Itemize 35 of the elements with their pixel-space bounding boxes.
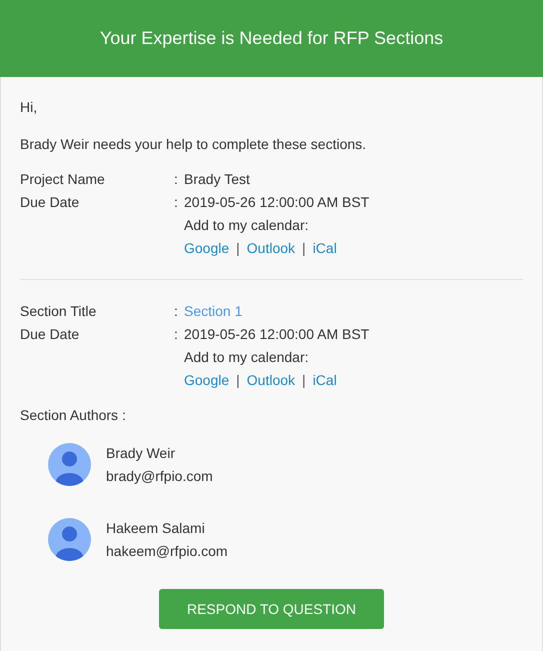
calendar-link[interactable]: Outlook — [246, 370, 296, 391]
link-divider: | — [302, 239, 306, 258]
calendar-label: Add to my calendar: — [184, 216, 309, 235]
intro-text: Brady Weir needs your help to complete these sections. — [20, 135, 368, 153]
field-label: Project Name — [20, 170, 106, 189]
author-email: brady@rfpio.com — [106, 467, 213, 485]
field-label: Due Date — [20, 325, 80, 344]
field-value: 2019-05-26 12:00:00 AM BST — [184, 193, 370, 212]
separator: : — [174, 325, 179, 344]
field-label: Section Title — [20, 302, 98, 321]
calendar-link[interactable]: iCal — [312, 238, 337, 259]
greeting: Hi, — [20, 98, 38, 116]
field-value: 2019-05-26 12:00:00 AM BST — [184, 325, 370, 344]
calendar-link[interactable]: iCal — [312, 370, 337, 391]
authors-label: Section Authors : — [20, 406, 127, 424]
email-title: Your Expertise is Needed for RFP Sections — [100, 27, 444, 50]
calendar-label: Add to my calendar: — [184, 348, 309, 367]
link-divider: | — [302, 371, 306, 390]
author-name: Brady Weir — [106, 444, 176, 462]
section-link[interactable]: Section 1 — [184, 301, 242, 322]
respond-button[interactable]: RESPOND TO QUESTION — [159, 589, 384, 629]
separator: : — [174, 170, 179, 189]
field-label: Due Date — [20, 193, 80, 212]
author-email: hakeem@rfpio.com — [106, 542, 228, 560]
link-divider: | — [236, 371, 240, 390]
calendar-link[interactable]: Google — [184, 238, 230, 259]
calendar-link[interactable]: Google — [184, 370, 230, 391]
separator: : — [174, 193, 179, 212]
author-name: Hakeem Salami — [106, 519, 206, 537]
link-divider: | — [236, 239, 240, 258]
avatar-icon — [48, 518, 91, 561]
separator: : — [174, 302, 179, 321]
field-value: Brady Test — [184, 170, 250, 189]
avatar-icon — [48, 443, 91, 486]
calendar-link[interactable]: Outlook — [246, 238, 296, 259]
